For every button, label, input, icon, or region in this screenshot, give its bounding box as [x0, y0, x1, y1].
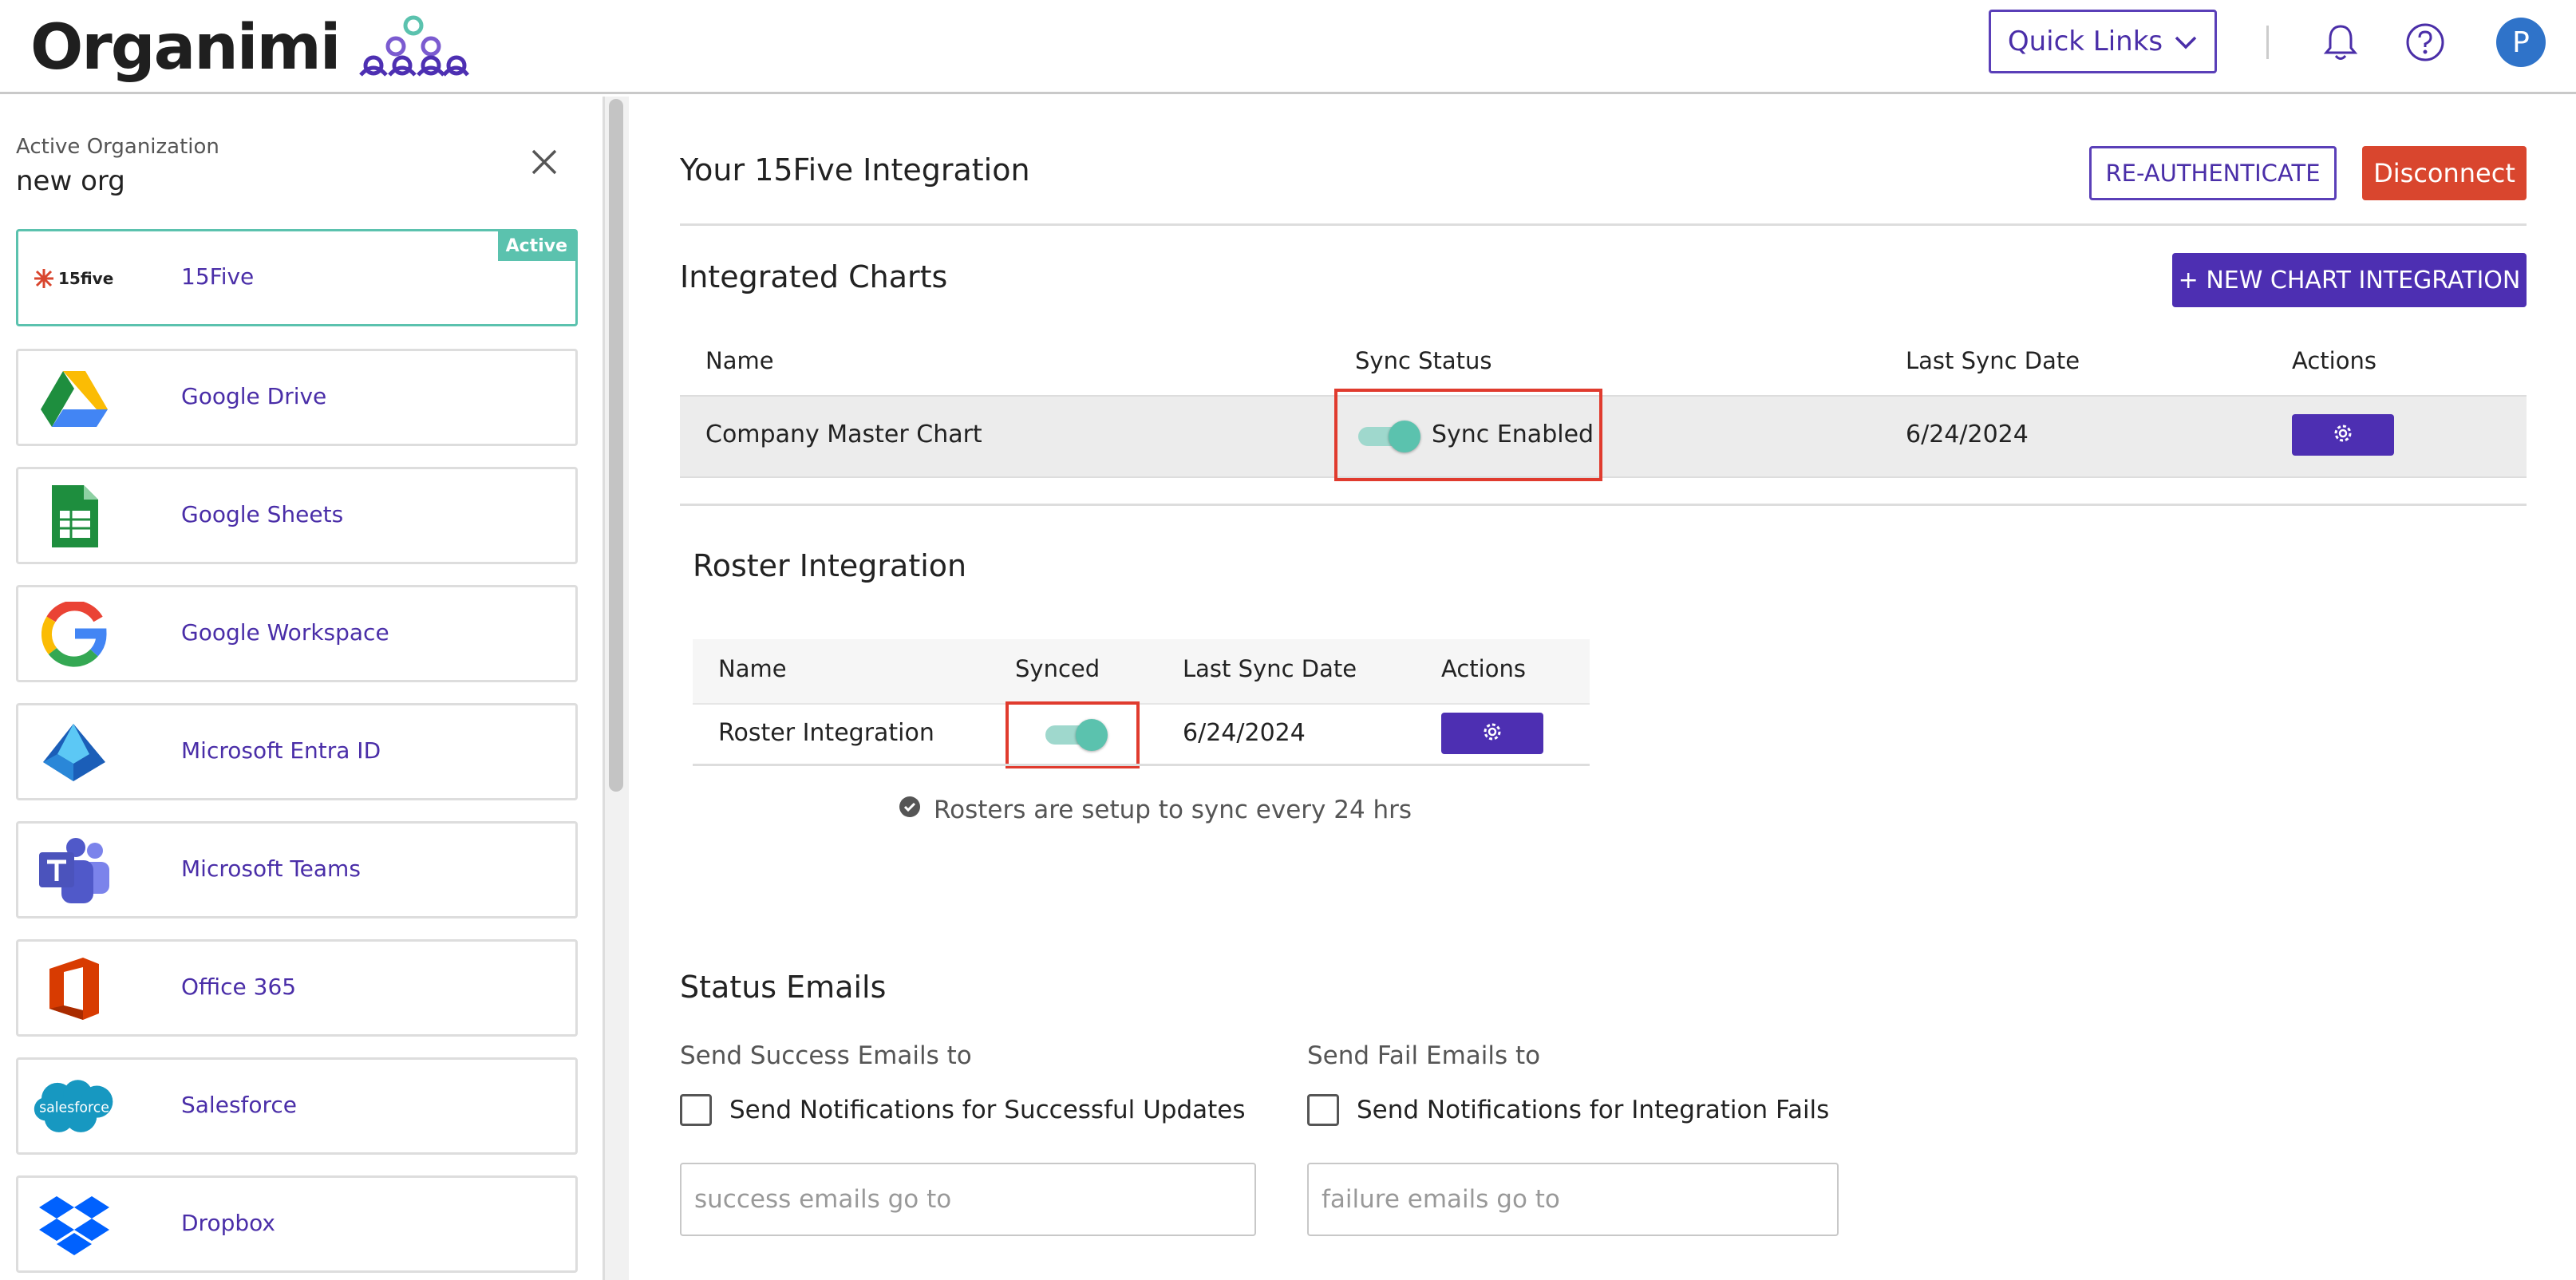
- user-avatar[interactable]: P: [2496, 18, 2546, 67]
- help-icon[interactable]: [2405, 22, 2445, 62]
- check-circle-icon: [899, 796, 921, 824]
- integrations-sidebar: Active Organization new org 15five 15Fiv…: [0, 97, 605, 1280]
- google-drive-icon: [33, 365, 116, 431]
- disconnect-button[interactable]: Disconnect: [2362, 146, 2527, 200]
- fail-emails-label: Send Fail Emails to: [1307, 1041, 1541, 1070]
- fail-notifications-checkbox-row[interactable]: Send Notifications for Integration Fails: [1307, 1094, 1829, 1126]
- sidebar-item-15five[interactable]: 15five 15Five Active: [16, 229, 578, 326]
- success-emails-input[interactable]: [680, 1163, 1256, 1236]
- sidebar-item-microsoft-entra-id[interactable]: Microsoft Entra ID: [16, 703, 578, 800]
- sidebar-item-google-drive[interactable]: Google Drive: [16, 349, 578, 446]
- sidebar-scrollbar-thumb[interactable]: [609, 99, 623, 792]
- sidebar-item-label: Google Sheets: [181, 501, 344, 527]
- roster-sync-note: Rosters are setup to sync every 24 hrs: [899, 796, 1412, 824]
- fail-emails-input[interactable]: [1307, 1163, 1839, 1236]
- column-header-actions: Actions: [2292, 347, 2376, 374]
- company-master-chart-link[interactable]: Company Master Chart: [705, 421, 982, 448]
- success-notifications-checkbox[interactable]: [680, 1094, 712, 1126]
- roster-sync-note-text: Rosters are setup to sync every 24 hrs: [934, 796, 1412, 824]
- sidebar-item-label: Dropbox: [181, 1210, 275, 1236]
- quick-links-label: Quick Links: [2007, 26, 2163, 57]
- sidebar-item-label: Google Workspace: [181, 619, 389, 646]
- microsoft-entra-icon: [33, 720, 116, 785]
- microsoft-teams-icon: [33, 838, 116, 903]
- roster-integration-heading: Roster Integration: [693, 548, 967, 583]
- sidebar-item-office-365[interactable]: Office 365: [16, 939, 578, 1037]
- office-365-icon: [33, 956, 116, 1021]
- sidebar-item-label: Microsoft Entra ID: [181, 737, 381, 764]
- 15five-logo-icon: 15five: [33, 246, 116, 311]
- roster-settings-button[interactable]: [1441, 713, 1543, 754]
- success-notifications-label: Send Notifications for Successful Update…: [729, 1096, 1246, 1124]
- fail-notifications-checkbox[interactable]: [1307, 1094, 1339, 1126]
- sidebar-item-label: 15Five: [181, 263, 255, 290]
- re-authenticate-button[interactable]: RE-AUTHENTICATE: [2089, 146, 2337, 200]
- sidebar-item-dropbox[interactable]: Dropbox: [16, 1175, 578, 1273]
- integrated-charts-heading: Integrated Charts: [680, 259, 948, 294]
- sync-status-highlight-box: [1334, 389, 1602, 481]
- success-notifications-checkbox-row[interactable]: Send Notifications for Successful Update…: [680, 1094, 1246, 1126]
- column-header-name: Name: [705, 347, 774, 374]
- column-header-last-sync-date: Last Sync Date: [1906, 347, 2080, 374]
- roster-last-sync-date: 6/24/2024: [1183, 719, 1306, 747]
- status-emails-heading: Status Emails: [680, 970, 887, 1005]
- page-title: Your 15Five Integration: [680, 152, 1030, 188]
- header-divider: [2266, 26, 2269, 59]
- success-emails-label: Send Success Emails to: [680, 1041, 972, 1070]
- sidebar-item-label: Office 365: [181, 974, 297, 1000]
- fail-notifications-label: Send Notifications for Integration Fails: [1357, 1096, 1830, 1124]
- roster-column-actions: Actions: [1441, 655, 1526, 682]
- active-badge: Active: [497, 231, 575, 261]
- logo-text: Organimi: [30, 12, 342, 84]
- google-workspace-icon: [33, 602, 116, 667]
- sidebar-item-label: Google Drive: [181, 383, 327, 409]
- integration-main-panel: Your 15Five Integration RE-AUTHENTICATE …: [629, 97, 2576, 1280]
- gear-icon: [1480, 720, 1504, 747]
- dropbox-icon: [33, 1192, 116, 1258]
- quick-links-button[interactable]: Quick Links: [1989, 10, 2217, 73]
- title-divider: [680, 223, 2527, 226]
- roster-column-name: Name: [718, 655, 787, 682]
- new-chart-integration-button[interactable]: + NEW CHART INTEGRATION: [2172, 253, 2527, 307]
- sidebar-item-label: Salesforce: [181, 1092, 298, 1118]
- salesforce-logo-text: salesforce: [39, 1100, 109, 1116]
- 15five-logo-text: 15five: [58, 269, 113, 288]
- sidebar-item-salesforce[interactable]: salesforce Salesforce: [16, 1057, 578, 1155]
- gear-icon: [2331, 421, 2355, 448]
- last-sync-date: 6/24/2024: [1906, 421, 2029, 448]
- bell-icon[interactable]: [2321, 22, 2361, 62]
- roster-integration-name: Roster Integration: [718, 719, 934, 747]
- sidebar-item-label: Microsoft Teams: [181, 855, 361, 882]
- org-chart-logo-icon: [358, 14, 469, 81]
- chart-settings-button[interactable]: [2292, 414, 2394, 456]
- chevron-down-icon: [2174, 26, 2198, 57]
- roster-row-divider: [693, 764, 1590, 766]
- salesforce-icon: salesforce: [33, 1074, 116, 1140]
- active-organization-label: Active Organization: [16, 135, 219, 159]
- organimi-logo[interactable]: Organimi: [30, 8, 469, 88]
- roster-header-divider: [693, 703, 1590, 705]
- section-divider: [680, 504, 2527, 506]
- google-sheets-icon: [33, 484, 116, 549]
- roster-column-synced: Synced: [1015, 655, 1100, 682]
- synced-highlight-box: [1006, 701, 1140, 768]
- sidebar-item-google-sheets[interactable]: Google Sheets: [16, 467, 578, 564]
- sidebar-item-microsoft-teams[interactable]: Microsoft Teams: [16, 821, 578, 919]
- top-bar: Organimi Quick Links P: [0, 0, 2576, 94]
- active-organization-name: new org: [16, 165, 125, 197]
- roster-column-last-sync-date: Last Sync Date: [1183, 655, 1357, 682]
- close-icon[interactable]: [523, 141, 565, 183]
- sidebar-item-google-workspace[interactable]: Google Workspace: [16, 585, 578, 682]
- column-header-sync-status: Sync Status: [1355, 347, 1492, 374]
